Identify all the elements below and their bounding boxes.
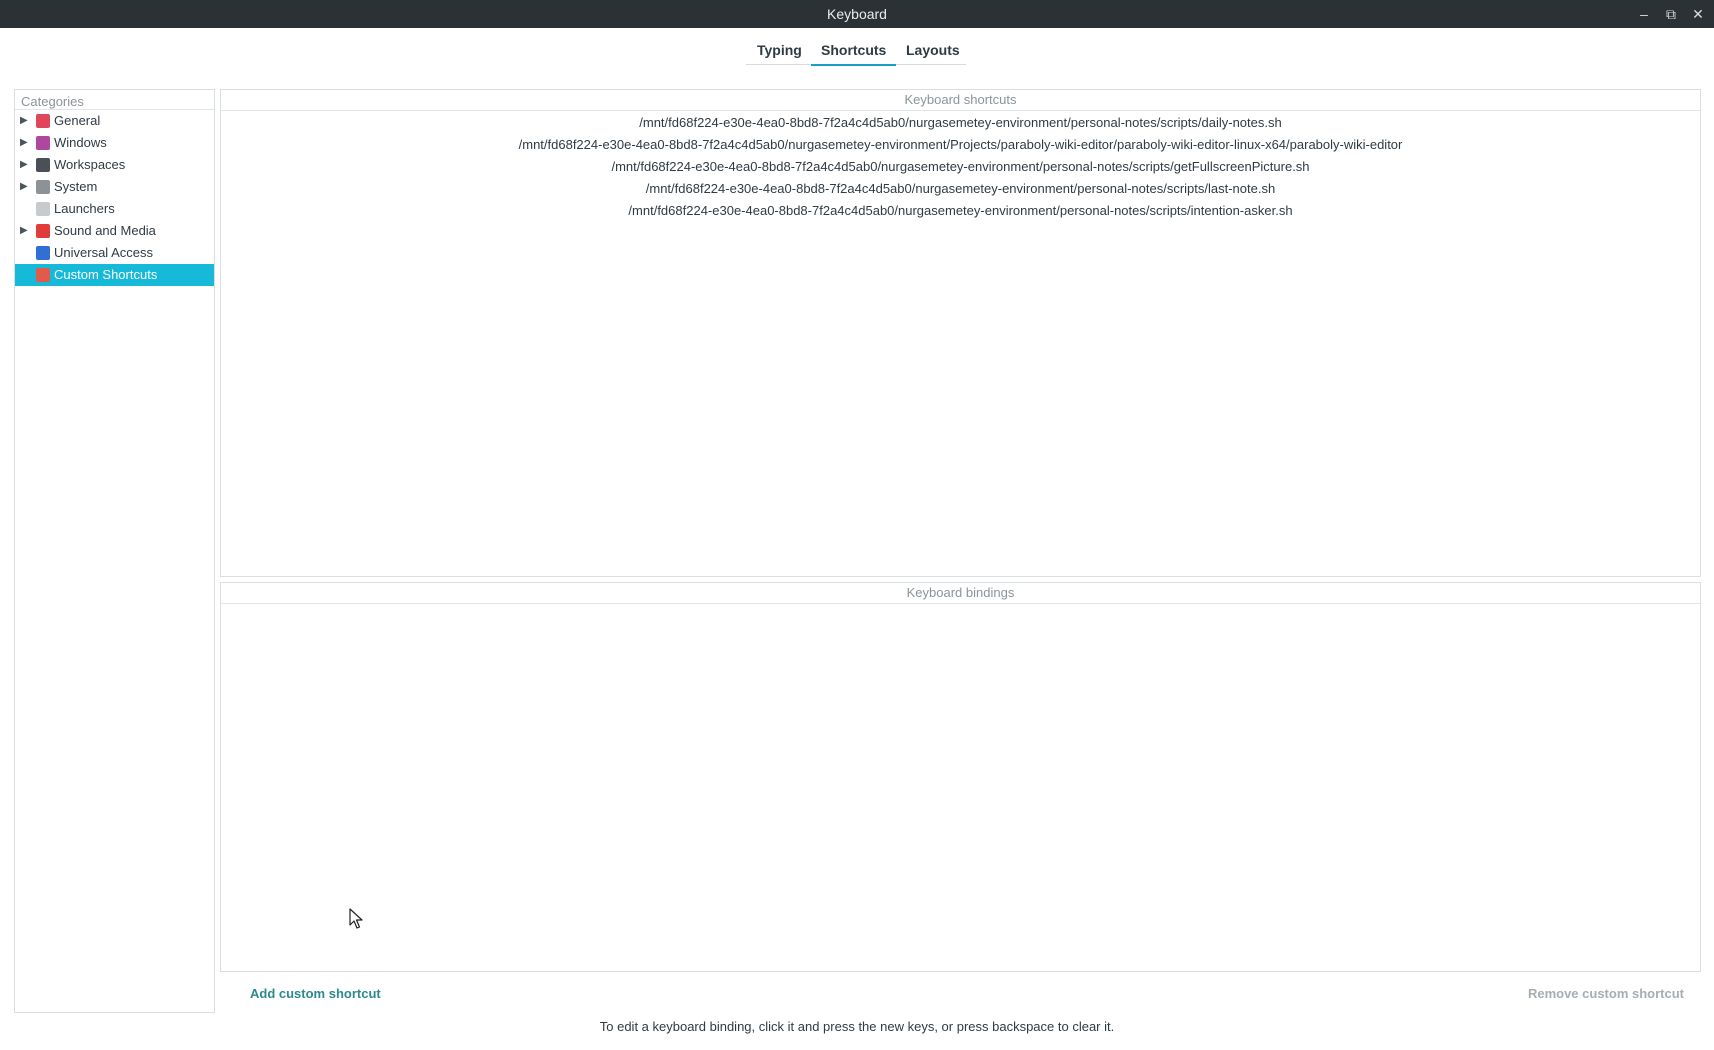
window-title: Keyboard bbox=[827, 6, 887, 22]
minimize-button[interactable]: – bbox=[1634, 4, 1654, 24]
custom-shortcuts-icon bbox=[36, 268, 50, 282]
shortcut-row[interactable]: /mnt/fd68f224-e30e-4ea0-8bd8-7f2a4c4d5ab… bbox=[221, 112, 1700, 134]
keyboard-shortcuts-header: Keyboard shortcuts bbox=[221, 90, 1700, 111]
shortcut-row[interactable]: /mnt/fd68f224-e30e-4ea0-8bd8-7f2a4c4d5ab… bbox=[221, 156, 1700, 178]
categories-header: Categories bbox=[15, 90, 214, 110]
category-label: Windows bbox=[54, 135, 107, 150]
shortcut-row[interactable]: /mnt/fd68f224-e30e-4ea0-8bd8-7f2a4c4d5ab… bbox=[221, 134, 1700, 156]
shortcut-row[interactable]: /mnt/fd68f224-e30e-4ea0-8bd8-7f2a4c4d5ab… bbox=[221, 200, 1700, 222]
launchers-icon bbox=[36, 202, 50, 216]
categories-list: ▶ General ▶ Windows ▶ Workspaces ▶ System Launch… bbox=[15, 110, 214, 286]
maximize-button[interactable]: ⧉ bbox=[1661, 4, 1681, 24]
expand-arrow-icon[interactable]: ▶ bbox=[20, 154, 28, 176]
tab-typing[interactable]: Typing bbox=[757, 42, 802, 58]
category-label: Universal Access bbox=[54, 245, 153, 260]
sound-media-icon bbox=[36, 224, 50, 238]
windows-icon bbox=[36, 136, 50, 150]
category-label: General bbox=[54, 113, 101, 128]
expand-arrow-icon[interactable]: ▶ bbox=[20, 220, 28, 242]
shortcuts-list: /mnt/fd68f224-e30e-4ea0-8bd8-7f2a4c4d5ab… bbox=[221, 111, 1700, 222]
category-item-universal-access[interactable]: Universal Access bbox=[15, 242, 214, 264]
system-icon bbox=[36, 180, 50, 194]
expand-arrow-icon[interactable]: ▶ bbox=[20, 176, 28, 198]
tab-shortcuts[interactable]: Shortcuts bbox=[810, 42, 897, 66]
shortcut-row[interactable]: /mnt/fd68f224-e30e-4ea0-8bd8-7f2a4c4d5ab… bbox=[221, 178, 1700, 200]
category-item-windows[interactable]: ▶ Windows bbox=[15, 132, 214, 154]
category-item-workspaces[interactable]: ▶ Workspaces bbox=[15, 154, 214, 176]
keyboard-bindings-panel: Keyboard bindings bbox=[220, 582, 1701, 972]
category-item-custom-shortcuts[interactable]: Custom Shortcuts bbox=[15, 264, 214, 286]
keyboard-bindings-header: Keyboard bindings bbox=[221, 583, 1700, 604]
universal-access-icon bbox=[36, 246, 50, 260]
category-label: Custom Shortcuts bbox=[54, 267, 158, 282]
expand-arrow-icon[interactable]: ▶ bbox=[20, 110, 28, 132]
category-item-sound-and-media[interactable]: ▶ Sound and Media bbox=[15, 220, 214, 242]
category-label: System bbox=[54, 179, 98, 194]
expand-arrow-icon[interactable]: ▶ bbox=[20, 132, 28, 154]
categories-panel: Categories ▶ General ▶ Windows ▶ Workspaces ▶ S… bbox=[14, 89, 215, 1013]
workspaces-icon bbox=[36, 158, 50, 172]
category-label: Sound and Media bbox=[54, 223, 156, 238]
remove-custom-shortcut-button[interactable]: Remove custom shortcut bbox=[1528, 986, 1684, 1001]
category-label: Workspaces bbox=[54, 157, 126, 172]
tab-bar: Typing Shortcuts Layouts bbox=[0, 36, 1714, 66]
general-icon bbox=[36, 114, 50, 128]
hint-text: To edit a keyboard binding, click it and… bbox=[599, 1019, 1115, 1034]
category-item-launchers[interactable]: Launchers bbox=[15, 198, 214, 220]
mouse-cursor-icon bbox=[349, 908, 363, 929]
add-custom-shortcut-button[interactable]: Add custom shortcut bbox=[250, 986, 381, 1001]
tab-layouts[interactable]: Layouts bbox=[906, 42, 960, 58]
category-label: Launchers bbox=[54, 201, 115, 216]
category-item-general[interactable]: ▶ General bbox=[15, 110, 214, 132]
category-item-system[interactable]: ▶ System bbox=[15, 176, 214, 198]
keyboard-shortcuts-panel: Keyboard shortcuts /mnt/fd68f224-e30e-4e… bbox=[220, 89, 1701, 577]
close-button[interactable]: ✕ bbox=[1688, 4, 1708, 24]
title-bar: Keyboard – ⧉ ✕ bbox=[0, 0, 1714, 28]
